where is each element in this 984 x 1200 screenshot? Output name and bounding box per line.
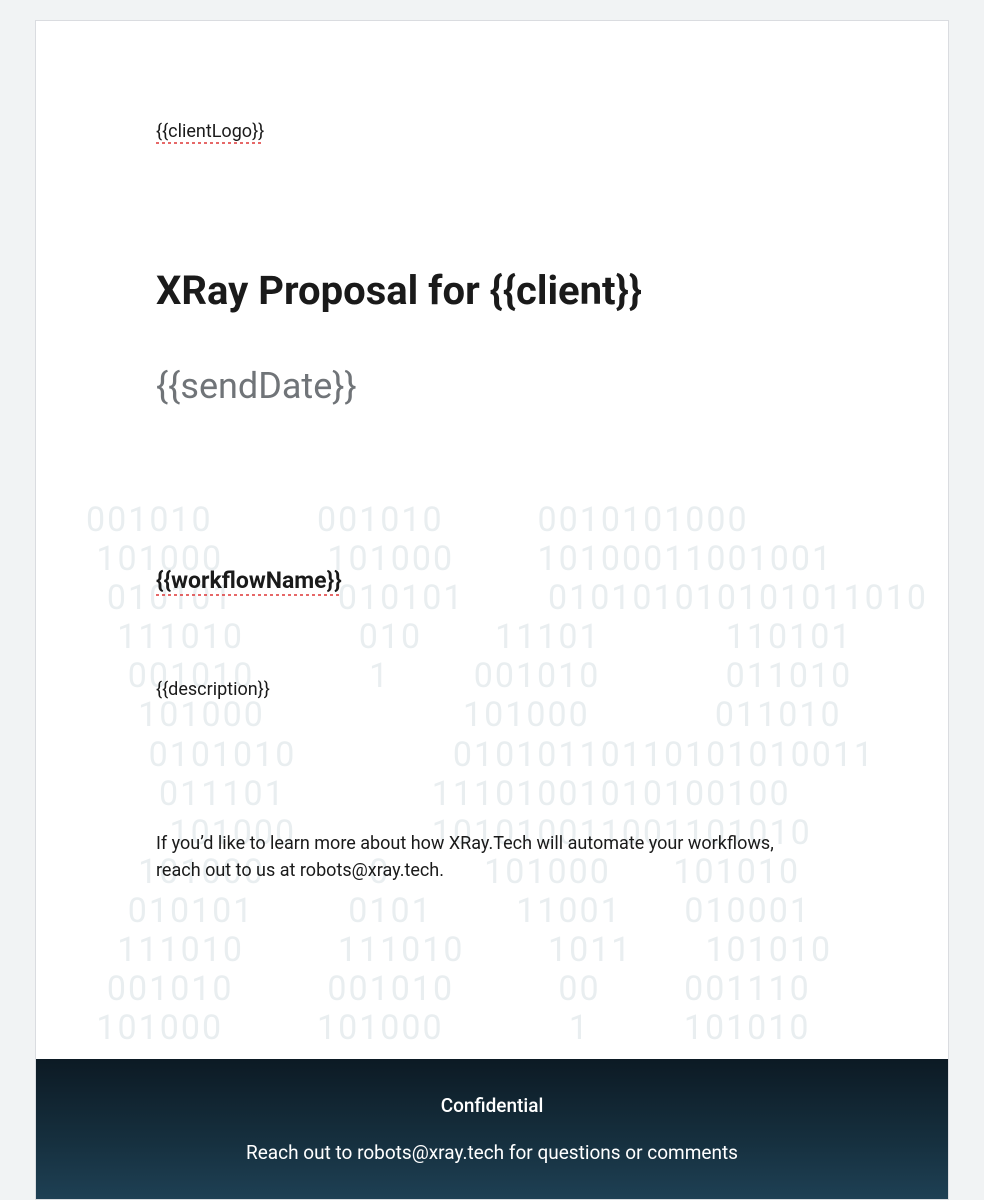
- document-content: {{clientLogo}} XRay Proposal for {{clien…: [36, 21, 948, 884]
- proposal-title: XRay Proposal for {{client}}: [156, 267, 828, 315]
- workflow-name: {{workflowName}}: [156, 567, 342, 594]
- client-logo-placeholder: {{clientLogo}}: [156, 121, 264, 142]
- description-placeholder: {{description}}: [156, 679, 828, 700]
- page-footer: Confidential Reach out to robots@xray.te…: [36, 1059, 948, 1199]
- cta-text: If you’d like to learn more about how XR…: [156, 830, 796, 884]
- footer-contact: Reach out to robots@xray.tech for questi…: [36, 1141, 948, 1164]
- footer-confidential: Confidential: [36, 1094, 948, 1117]
- send-date: {{sendDate}}: [156, 365, 828, 407]
- document-page: 001010 001010 0010101000 101000 101000 1…: [35, 20, 949, 1200]
